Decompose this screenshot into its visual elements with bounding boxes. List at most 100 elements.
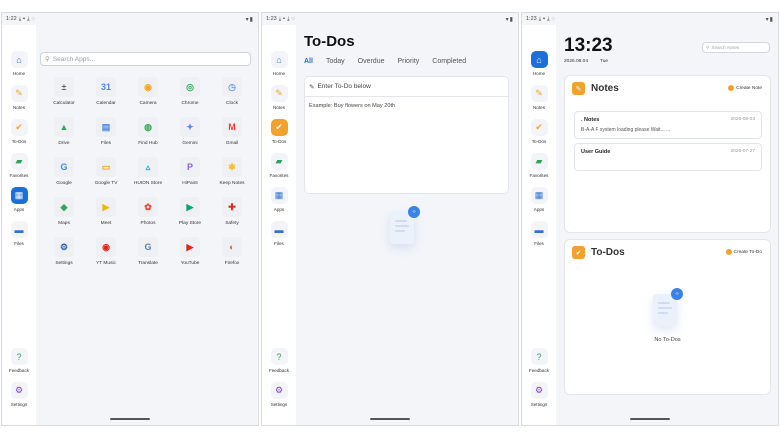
- search-icon: ⚲: [706, 44, 710, 50]
- translate-icon: G: [138, 237, 158, 257]
- apps-screen: 1:22 ⤓ ▪ ⤓ ◌ ▾▮ ⌂ Home ✎ Notes ✔ To-Dos ▰ Favori…: [1, 12, 259, 426]
- tab-completed[interactable]: Completed: [432, 58, 466, 65]
- download-icon: ⤓: [538, 15, 542, 22]
- notes-search-input[interactable]: ⚲ Search Notes: [702, 42, 770, 53]
- app-gmail[interactable]: M Gmail: [211, 117, 253, 157]
- status-time: 1:23: [526, 16, 537, 22]
- app-clock[interactable]: ◷ Clock: [211, 77, 253, 117]
- google-tv-icon: ▭: [96, 157, 116, 177]
- rail-item-notes[interactable]: ✎ Notes: [2, 85, 36, 110]
- app-find-hub[interactable]: ◍ Find Hub: [127, 117, 169, 157]
- create-todo-button[interactable]: Create To-Do: [725, 249, 762, 255]
- create-note-button[interactable]: Create Note: [728, 85, 762, 91]
- question-icon: ?: [270, 348, 288, 365]
- rail-item-home[interactable]: ⌂ Home: [522, 51, 556, 76]
- app-calendar[interactable]: 31 Calendar: [85, 77, 127, 117]
- rail-item-todos[interactable]: ✔ To-Dos: [522, 119, 556, 144]
- rail-item-settings[interactable]: ⚙ Settings: [2, 382, 36, 407]
- app-label: Files: [100, 141, 112, 146]
- rail-item-notes[interactable]: ✎ Notes: [262, 85, 296, 110]
- gesture-bar[interactable]: [370, 418, 410, 420]
- rail-item-settings[interactable]: ⚙ Settings: [522, 382, 556, 407]
- rail-item-notes[interactable]: ✎ Notes: [522, 85, 556, 110]
- bookmark-icon: ▰: [530, 153, 548, 170]
- app-label: Translate: [138, 261, 158, 266]
- tab-all[interactable]: All: [304, 58, 313, 65]
- empty-document-icon: ‹›: [653, 288, 687, 330]
- grid-icon: ▦: [530, 187, 548, 204]
- rail-item-apps[interactable]: ▦ Apps: [2, 187, 36, 212]
- keep-notes-icon: ✱: [222, 157, 242, 177]
- rail-item-favorites[interactable]: ▰ Favorites: [262, 153, 296, 178]
- app-drive[interactable]: ▲ Drive: [43, 117, 85, 157]
- app-chrome[interactable]: ◎ Chrome: [169, 77, 211, 117]
- app-calculator[interactable]: ± Calculator: [43, 77, 85, 117]
- app-google[interactable]: G Google: [43, 157, 85, 197]
- find-hub-icon: ◍: [138, 117, 158, 137]
- rail-item-feedback[interactable]: ? Feedback: [2, 348, 36, 373]
- rail-item-home[interactable]: ⌂ Home: [262, 51, 296, 76]
- app-huion-store[interactable]: ▵ HUION Store: [127, 157, 169, 197]
- rail-item-feedback[interactable]: ? Feedback: [262, 348, 296, 373]
- rail-item-apps[interactable]: ▦ Apps: [262, 187, 296, 212]
- rail-item-home[interactable]: ⌂ Home: [2, 51, 36, 76]
- rail-item-todos[interactable]: ✔ To-Dos: [262, 119, 296, 144]
- gear-icon: ⚙: [10, 382, 28, 399]
- todo-input[interactable]: ✎ Enter To-Do below: [305, 77, 508, 97]
- app-keep-notes[interactable]: ✱ Keep Notes: [211, 157, 253, 197]
- app-label: HiPaint: [182, 181, 198, 186]
- rail-item-todos[interactable]: ✔ To-Dos: [2, 119, 36, 144]
- download-icon: ⤓: [547, 15, 550, 22]
- app-youtube[interactable]: ▶ YouTube: [169, 237, 211, 277]
- bookmark-icon: ▰: [270, 153, 288, 170]
- safety-icon: ✚: [222, 197, 242, 217]
- todos-panel-title: To-Dos: [591, 247, 625, 258]
- grid-icon: ▦: [10, 187, 28, 204]
- todo-entry-card: ✎ Enter To-Do below Example: Buy flowers…: [304, 76, 509, 194]
- rail-item-files[interactable]: ▬ Files: [2, 221, 36, 246]
- folder-icon: ▬: [530, 221, 548, 238]
- app-meet[interactable]: ▶ Meet: [85, 197, 127, 237]
- notes-panel-header: ✎ Notes: [572, 82, 619, 95]
- app-photos[interactable]: ✿ Photos: [127, 197, 169, 237]
- tab-overdue[interactable]: Overdue: [358, 58, 385, 65]
- app-gemini[interactable]: ✦ Gemini: [169, 117, 211, 157]
- rail-item-feedback[interactable]: ? Feedback: [522, 348, 556, 373]
- rail-item-favorites[interactable]: ▰ Favorites: [2, 153, 36, 178]
- app-firefox[interactable]: ◐ Firefox: [211, 237, 253, 277]
- app-play-store[interactable]: ▶ Play Store: [169, 197, 211, 237]
- rail-item-favorites[interactable]: ▰ Favorites: [522, 153, 556, 178]
- pencil-icon: ✎: [572, 82, 585, 95]
- chat-icon: ◌: [31, 16, 35, 22]
- huion-store-icon: ▵: [138, 157, 158, 177]
- app-yt-music[interactable]: ◉ YT Music: [85, 237, 127, 277]
- app-label: Maps: [58, 221, 70, 226]
- gesture-bar[interactable]: [110, 418, 150, 420]
- rail-item-settings[interactable]: ⚙ Settings: [262, 382, 296, 407]
- gesture-bar[interactable]: [630, 418, 670, 420]
- download-icon: ⤓: [278, 15, 282, 22]
- app-settings[interactable]: ⚙ Settings: [43, 237, 85, 277]
- app-hipaint[interactable]: P HiPaint: [169, 157, 211, 197]
- empty-document-icon: ‹›: [390, 206, 424, 248]
- rail-item-apps[interactable]: ▦ Apps: [522, 187, 556, 212]
- apps-search-input[interactable]: ⚲ Search Apps...: [40, 52, 251, 66]
- note-card[interactable]: User Guide 2026-07-27: [574, 143, 762, 171]
- home-icon: ⌂: [530, 51, 548, 68]
- status-bar: 1:23 ⤓ ▪ ⤓ ◌ ▾▮: [522, 13, 778, 25]
- rail-item-files[interactable]: ▬ Files: [262, 221, 296, 246]
- app-camera[interactable]: ◉ Camera: [127, 77, 169, 117]
- app-safety[interactable]: ✚ Safety: [211, 197, 253, 237]
- note-date: 2026-07-27: [730, 149, 755, 154]
- tab-today[interactable]: Today: [326, 58, 345, 65]
- gemini-icon: ✦: [180, 117, 200, 137]
- note-card[interactable]: . Notes 2026-08-03 B-A-A F system loadin…: [574, 111, 762, 139]
- app-files[interactable]: ▤ Files: [85, 117, 127, 157]
- home-screen: 1:23 ⤓ ▪ ⤓ ◌ ▾▮ ⌂ Home ✎ Notes ✔ To-Dos ▰ Favori…: [521, 12, 779, 426]
- notification-icon: ▪: [23, 16, 26, 22]
- app-translate[interactable]: G Translate: [127, 237, 169, 277]
- app-maps[interactable]: ◆ Maps: [43, 197, 85, 237]
- tab-priority[interactable]: Priority: [398, 58, 420, 65]
- app-google-tv[interactable]: ▭ Google TV: [85, 157, 127, 197]
- rail-item-files[interactable]: ▬ Files: [522, 221, 556, 246]
